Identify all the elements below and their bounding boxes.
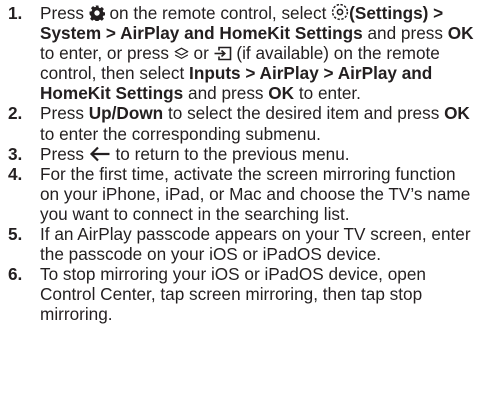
ok-key-label: OK [444,103,470,124]
input-source-icon [214,46,232,61]
step-text: For the first time, activate the screen … [40,163,471,224]
step-text: to enter the corresponding submenu. [40,123,321,144]
instruction-steps-list: 1. Press on the remote control, select (… [8,3,474,325]
step-number: 3. [8,143,23,164]
step-text: and press [362,23,448,44]
step-number: 6. [8,264,23,285]
step-text: to enter. [294,83,361,104]
step-text: Press [40,143,89,164]
step-text: to enter, or press [40,43,174,64]
step-5: 5. If an AirPlay passcode appears on you… [8,224,474,264]
step-6: 6. To stop mirroring your iOS or iPadOS … [8,264,474,324]
layers-icon [174,47,189,61]
settings-icon [331,3,349,21]
step-text: or [188,43,214,64]
step-4: 4. For the first time, activate the scre… [8,164,474,224]
step-text: on the remote control, select [104,3,332,23]
step-number: 5. [8,224,23,245]
step-number: 2. [8,103,23,124]
step-text: and press [183,83,269,104]
step-text: To stop mirroring your iOS or iPadOS dev… [40,264,426,325]
step-2: 2. Press Up/Down to select the desired i… [8,103,474,143]
step-text: Press [40,103,89,124]
step-1: 1. Press on the remote control, select (… [8,3,474,103]
ok-key-label: OK [268,83,295,104]
up-down-key-label: Up/Down [88,103,164,124]
gear-icon [89,5,105,21]
step-number: 4. [8,163,23,184]
step-text: If an AirPlay passcode appears on your T… [40,224,471,265]
back-arrow-icon [89,146,111,162]
step-text: Press [40,3,89,23]
step-3: 3. Press to return to the previous menu. [8,144,474,164]
ok-key-label: OK [447,23,474,44]
step-text: to return to the previous menu. [110,143,350,164]
instruction-document: 1. Press on the remote control, select (… [0,0,479,416]
step-number: 1. [8,3,23,23]
step-text: to select the desired item and press [163,103,445,124]
